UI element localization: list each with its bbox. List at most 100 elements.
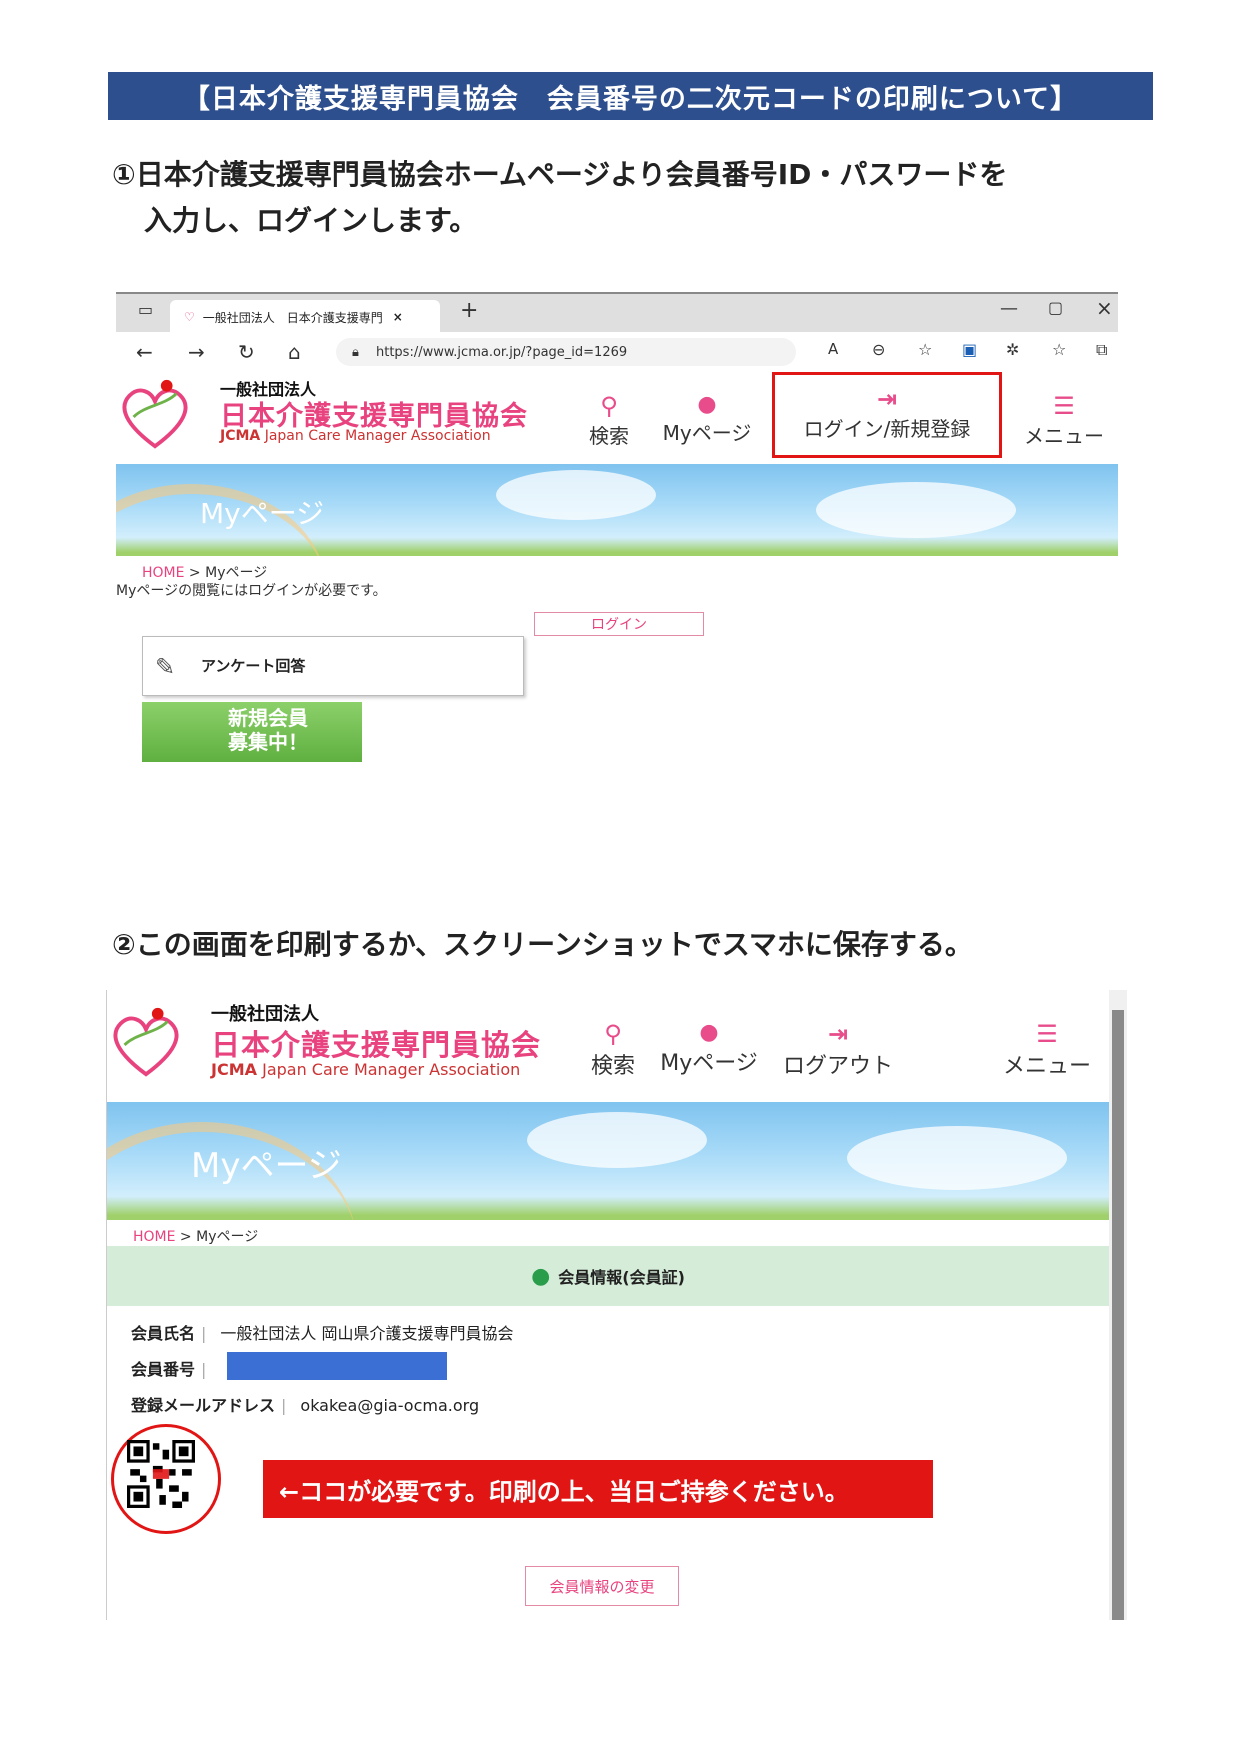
mypage-banner: Myページ — [107, 1102, 1109, 1220]
favorite-add-icon[interactable]: ☆ — [918, 340, 932, 359]
nav-menu[interactable]: ☰ メニュー — [1014, 392, 1114, 449]
close-window-icon[interactable]: × — [1096, 296, 1113, 320]
user-icon: ● — [697, 392, 717, 417]
tab-title: 一般社団法人 日本介護支援専門 — [202, 310, 383, 325]
qr-code-icon — [127, 1440, 195, 1508]
jcma-logo-icon — [113, 1007, 179, 1077]
survey-card[interactable]: ✎ アンケート回答 — [142, 636, 524, 696]
site-header: 一般社団法人 日本介護支援専門員協会 JCMA Japan Care Manag… — [116, 372, 1118, 464]
breadcrumb-home[interactable]: HOME — [142, 565, 184, 581]
refresh-icon[interactable]: ↻ — [238, 340, 255, 364]
member-info-header: ● 会員情報(会員証) — [107, 1246, 1109, 1306]
nav-search[interactable]: ⚲ 検索 — [583, 1020, 643, 1080]
breadcrumb-current: > Myページ — [184, 565, 268, 581]
recruit-line1: 新規会員 — [228, 706, 308, 730]
member-info-title: 会員情報(会員証) — [558, 1268, 685, 1287]
home-icon[interactable]: ⌂ — [288, 340, 301, 364]
mypage-banner: Myページ — [116, 464, 1118, 556]
nav-login-highlighted[interactable]: ⇥ ログイン/新規登録 — [772, 372, 1002, 458]
step1-line2: 入力し、ログインします。 — [144, 204, 478, 237]
member-number-redacted — [227, 1352, 447, 1380]
recruit-line2: 募集中！ — [228, 730, 308, 754]
search-icon: ⚲ — [604, 1020, 622, 1048]
browser-tabbar: ▭ ♡ 一般社団法人 日本介護支援専門 × + — ▢ × — [116, 292, 1118, 334]
login-icon: ⇥ — [876, 385, 898, 413]
breadcrumb-current: > Myページ — [175, 1229, 259, 1245]
nav-logout[interactable]: ⇥ ログアウト — [783, 1020, 893, 1080]
scrollbar-thumb[interactable] — [1112, 1010, 1124, 1620]
recruit-text: 新規会員 募集中！ — [228, 706, 308, 754]
org-name: 日本介護支援専門員協会 — [211, 1028, 542, 1062]
user-icon: ● — [699, 1020, 719, 1045]
new-tab-icon[interactable]: + — [460, 298, 478, 323]
jcma-logo-icon — [122, 379, 188, 449]
org-english: JCMA Japan Care Manager Association — [211, 1060, 520, 1079]
member-email-label: 登録メールアドレス — [131, 1396, 276, 1415]
browser-tab[interactable]: ♡ 一般社団法人 日本介護支援専門 × — [170, 300, 440, 334]
nav-search[interactable]: ⚲ 検索 — [580, 392, 638, 449]
favicon-icon: ♡ — [184, 310, 195, 324]
search-icon: ⚲ — [600, 392, 618, 420]
close-tab-icon[interactable]: × — [393, 310, 403, 324]
banner-title: Myページ — [191, 1146, 342, 1186]
login-button[interactable]: ログイン — [534, 612, 704, 636]
step2-text: ②この画面を印刷するか、スクリーンショットでスマホに保存する。 — [112, 928, 973, 961]
login-required-text: Myページの閲覧にはログインが必要です。 — [116, 583, 387, 599]
survey-icon: ✎ — [155, 653, 176, 681]
member-number-label: 会員番号 — [131, 1360, 196, 1379]
puzzle-icon[interactable]: ✲ — [1006, 340, 1019, 359]
breadcrumb: HOME > Myページ — [142, 562, 267, 582]
lock-icon: 🔒︎ — [352, 344, 359, 360]
hamburger-icon: ☰ — [1036, 1020, 1058, 1048]
extension-icon[interactable]: ▣ — [962, 340, 977, 359]
nav-mypage-label: Myページ — [660, 1051, 758, 1076]
site-header-2: 一般社団法人 日本介護支援専門員協会 JCMA Japan Care Manag… — [107, 990, 1109, 1102]
logout-icon: ⇥ — [827, 1020, 849, 1048]
address-bar-row: ← → ↻ ⌂ 🔒︎ https://www.jcma.or.jp/?page_… — [116, 332, 1118, 373]
nav-mypage-label: Myページ — [662, 421, 752, 445]
zoom-icon[interactable]: ⊖ — [872, 340, 885, 359]
nav-login-label: ログイン/新規登録 — [803, 417, 971, 441]
nav-mypage[interactable]: ● Myページ — [652, 392, 762, 446]
maximize-icon[interactable]: ▢ — [1048, 298, 1063, 317]
member-email-value: okakea@gia-ocma.org — [300, 1396, 480, 1415]
hamburger-icon: ☰ — [1053, 392, 1075, 420]
collections-icon[interactable]: ⧉ — [1096, 340, 1107, 360]
minimize-icon[interactable]: — — [1000, 298, 1018, 319]
nav-menu-label: メニュー — [1024, 424, 1104, 448]
qr-note-callout: ←ココが必要です。印刷の上、当日ご持参ください。 — [263, 1460, 933, 1518]
breadcrumb-home[interactable]: HOME — [133, 1229, 175, 1245]
survey-label: アンケート回答 — [201, 657, 306, 675]
breadcrumb: HOME > Myページ — [133, 1226, 258, 1246]
member-name-label: 会員氏名 — [131, 1324, 196, 1343]
scrollbar[interactable] — [1109, 990, 1127, 1620]
read-aloud-icon[interactable]: A — [828, 340, 838, 358]
org-english: JCMA Japan Care Manager Association — [220, 428, 491, 444]
nav-mypage[interactable]: ● Myページ — [653, 1020, 765, 1077]
nav-menu[interactable]: ☰ メニュー — [997, 1020, 1097, 1080]
org-english-bold: JCMA — [220, 428, 261, 444]
nav-menu-label: メニュー — [1002, 1054, 1091, 1079]
favorites-icon[interactable]: ☆ — [1052, 340, 1066, 359]
forward-icon[interactable]: → — [188, 340, 205, 364]
tab-actions-icon[interactable]: ▭ — [138, 300, 153, 319]
member-number-row: 会員番号 | — [131, 1360, 207, 1379]
banner-title: Myページ — [200, 497, 325, 530]
member-name-value: 一般社団法人 岡山県介護支援専門員協会 — [220, 1324, 514, 1343]
org-english-name: Japan Care Manager Association — [264, 428, 491, 444]
step1-line1: ①日本介護支援専門員協会ホームページより会員番号ID・パスワードを — [112, 158, 1008, 191]
member-email-row: 登録メールアドレス | okakea@gia-ocma.org — [131, 1396, 480, 1415]
change-member-info-button[interactable]: 会員情報の変更 — [525, 1566, 679, 1606]
back-icon[interactable]: ← — [136, 340, 153, 364]
login-screenshot: ▭ ♡ 一般社団法人 日本介護支援専門 × + — ▢ × ← → ↻ ⌂ 🔒︎… — [116, 292, 1118, 767]
nav-search-label: 検索 — [589, 424, 629, 448]
org-english-bold: JCMA — [211, 1060, 257, 1079]
url-field[interactable]: 🔒︎ https://www.jcma.or.jp/?page_id=1269 — [336, 338, 796, 366]
page-title: 【日本介護支援専門員協会 会員番号の二次元コードの印刷について】 — [108, 72, 1153, 120]
member-screenshot: 一般社団法人 日本介護支援専門員協会 JCMA Japan Care Manag… — [106, 990, 1127, 1620]
member-name-row: 会員氏名 | 一般社団法人 岡山県介護支援専門員協会 — [131, 1324, 514, 1343]
nav-search-label: 検索 — [590, 1054, 635, 1079]
org-english-name: Japan Care Manager Association — [262, 1060, 521, 1079]
url-text: https://www.jcma.or.jp/?page_id=1269 — [376, 344, 628, 360]
recruit-banner[interactable]: 新規会員 募集中！ — [142, 702, 362, 762]
